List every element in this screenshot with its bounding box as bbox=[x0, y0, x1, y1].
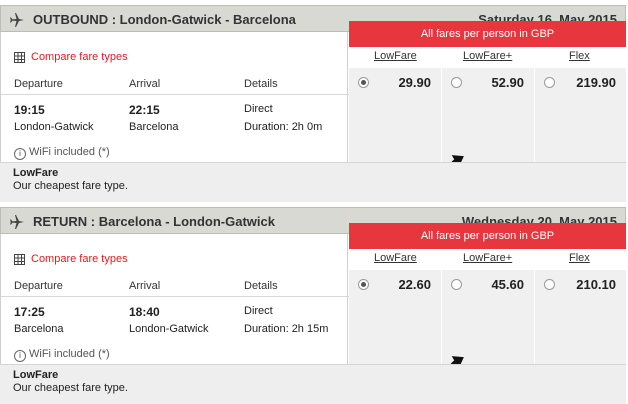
fare-option-flex[interactable]: 210.10 bbox=[534, 270, 626, 366]
divider bbox=[1, 296, 349, 297]
fare-type-flex[interactable]: Flex bbox=[569, 252, 590, 264]
fare-price: 22.60 bbox=[398, 277, 431, 292]
departure-time: 17:25 bbox=[14, 305, 45, 319]
fare-price: 45.60 bbox=[491, 277, 524, 292]
outbound-flight-panel: Compare fare types Departure Arrival Det… bbox=[0, 32, 349, 164]
fare-radio[interactable] bbox=[451, 279, 462, 290]
fare-type-flex[interactable]: Flex bbox=[569, 50, 590, 62]
fare-type-lowfare[interactable]: LowFare bbox=[374, 252, 417, 264]
fare-table-icon bbox=[14, 254, 25, 265]
arrival-airport: Barcelona bbox=[129, 121, 179, 133]
fare-type-lowfare-plus[interactable]: LowFare+ bbox=[463, 50, 512, 62]
fare-description-text: Our cheapest fare type. bbox=[13, 382, 128, 394]
outbound-section: OUTBOUND : London-Gatwick - Barcelona Sa… bbox=[0, 5, 628, 202]
fare-description: LowFare Our cheapest fare type. bbox=[0, 162, 626, 202]
fare-description-title: LowFare bbox=[13, 369, 59, 381]
departure-airport: Barcelona bbox=[14, 323, 64, 335]
fare-description-text: Our cheapest fare type. bbox=[13, 180, 128, 192]
stops: Direct bbox=[244, 103, 273, 115]
wifi-label: WiFi included (*) bbox=[29, 146, 110, 158]
fare-type-lowfare[interactable]: LowFare bbox=[374, 50, 417, 62]
fare-radio[interactable] bbox=[451, 77, 462, 88]
fare-option-lowfare-plus[interactable]: 52.90 bbox=[441, 68, 534, 164]
arrival-airport: London-Gatwick bbox=[129, 323, 209, 335]
fares-banner: All fares per person in GBP bbox=[349, 223, 626, 249]
return-title: RETURN : Barcelona - London-Gatwick bbox=[33, 214, 275, 229]
fare-radio[interactable] bbox=[544, 77, 555, 88]
departure-header: Departure bbox=[14, 78, 63, 90]
plane-icon bbox=[10, 13, 24, 27]
arrival-header: Arrival bbox=[129, 280, 161, 292]
fare-price: 29.90 bbox=[398, 75, 431, 90]
wifi-label: WiFi included (*) bbox=[29, 348, 110, 360]
fare-type-headers: LowFare LowFare+ Flex bbox=[349, 249, 626, 271]
return-flight-panel: Compare fare types Departure Arrival Det… bbox=[0, 234, 349, 366]
fare-option-lowfare[interactable]: 29.90 bbox=[349, 68, 441, 164]
stops: Direct bbox=[244, 305, 273, 317]
departure-time: 19:15 bbox=[14, 103, 45, 117]
wifi-note: i WiFi included (*) bbox=[14, 348, 110, 362]
fare-price: 219.90 bbox=[576, 75, 616, 90]
fare-radio[interactable] bbox=[544, 279, 555, 290]
departure-header: Departure bbox=[14, 280, 63, 292]
fares-banner: All fares per person in GBP bbox=[349, 21, 626, 47]
fare-table-icon bbox=[14, 52, 25, 63]
fare-description-title: LowFare bbox=[13, 167, 59, 179]
compare-fare-types-link[interactable]: Compare fare types bbox=[31, 253, 128, 265]
fare-price: 52.90 bbox=[491, 75, 524, 90]
info-icon: i bbox=[14, 148, 26, 160]
fare-radio[interactable] bbox=[358, 77, 369, 88]
fare-price: 210.10 bbox=[576, 277, 616, 292]
arrival-time: 22:15 bbox=[129, 103, 160, 117]
fare-option-lowfare[interactable]: 22.60 bbox=[349, 270, 441, 366]
fare-option-flex[interactable]: 219.90 bbox=[534, 68, 626, 164]
compare-fare-types-link[interactable]: Compare fare types bbox=[31, 51, 128, 63]
arrival-header: Arrival bbox=[129, 78, 161, 90]
divider bbox=[1, 94, 349, 95]
duration: Duration: 2h 15m bbox=[244, 323, 329, 335]
duration: Duration: 2h 0m bbox=[244, 121, 323, 133]
arrival-time: 18:40 bbox=[129, 305, 160, 319]
details-header: Details bbox=[244, 280, 278, 292]
fare-option-lowfare-plus[interactable]: 45.60 bbox=[441, 270, 534, 366]
fare-description: LowFare Our cheapest fare type. bbox=[0, 364, 626, 404]
details-header: Details bbox=[244, 78, 278, 90]
info-icon: i bbox=[14, 350, 26, 362]
departure-airport: London-Gatwick bbox=[14, 121, 94, 133]
fare-radio[interactable] bbox=[358, 279, 369, 290]
fare-type-headers: LowFare LowFare+ Flex bbox=[349, 47, 626, 69]
fare-type-lowfare-plus[interactable]: LowFare+ bbox=[463, 252, 512, 264]
plane-icon bbox=[10, 215, 24, 229]
return-section: RETURN : Barcelona - London-Gatwick Wedn… bbox=[0, 207, 628, 404]
wifi-note: i WiFi included (*) bbox=[14, 146, 110, 160]
outbound-title: OUTBOUND : London-Gatwick - Barcelona bbox=[33, 12, 296, 27]
